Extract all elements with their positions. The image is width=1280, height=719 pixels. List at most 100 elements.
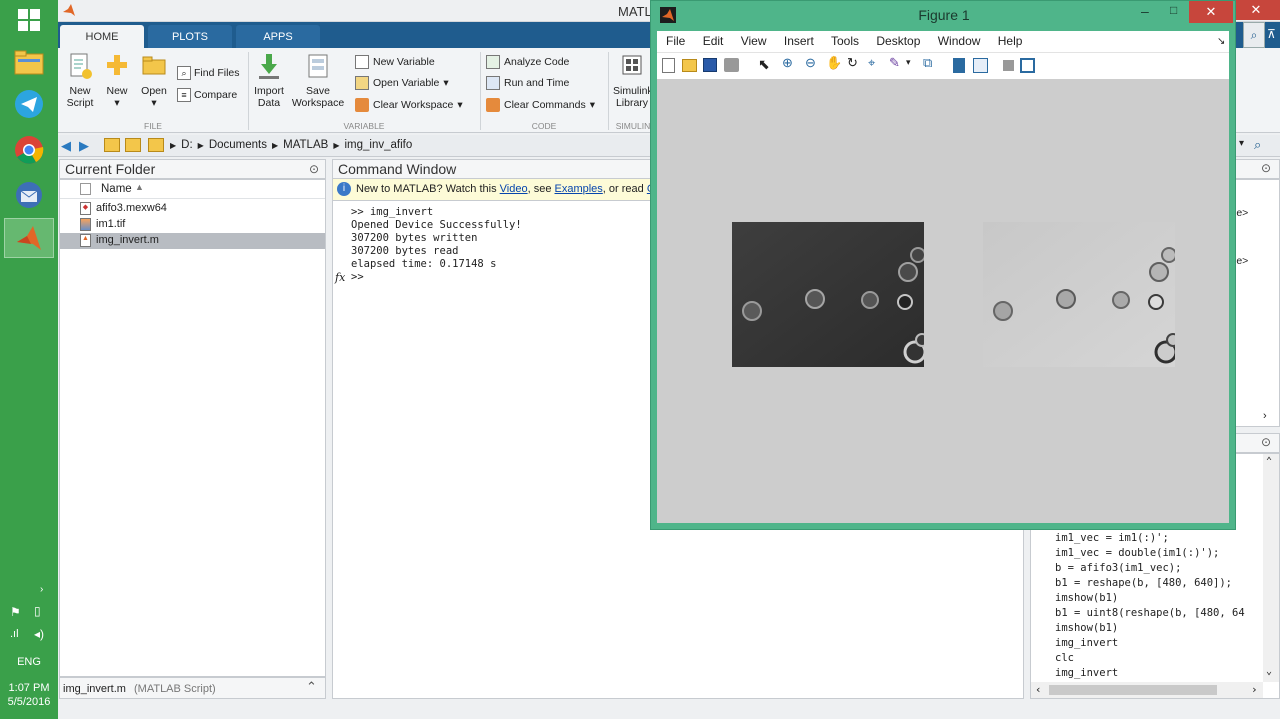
panel-actions-icon[interactable]: ⊙ [1261,161,1271,175]
back-arrow-icon[interactable]: ◀ [61,138,71,154]
chrome-button[interactable] [4,130,54,170]
volume-icon[interactable]: ◂) [34,627,44,641]
open-file-icon[interactable] [682,59,697,72]
brush-icon[interactable]: ✎ [889,55,900,71]
chevron-down-icon[interactable]: ▾ [906,57,911,68]
action-center-icon[interactable]: ⚑ [10,605,21,619]
address-dropdown-icon[interactable]: ▾ [1239,138,1244,149]
matlab-taskbar-button[interactable] [4,218,54,258]
rotate-3d-icon[interactable]: ↻ [847,55,858,71]
history-entry[interactable]: img_invert [1055,666,1263,681]
run-and-time-button[interactable]: Run and Time [486,76,569,90]
scroll-up-icon[interactable]: ⌃ [1266,456,1272,467]
horizontal-scrollbar[interactable]: ‹ › [1031,682,1263,698]
new-variable-button[interactable]: New Variable [355,55,435,69]
show-plot-tools-icon[interactable] [1020,58,1035,73]
file-explorer-button[interactable] [4,42,54,82]
insert-legend-icon[interactable] [973,58,988,73]
dock-figure-icon[interactable]: ↘ [1217,31,1225,52]
history-entry[interactable]: clc [1055,651,1263,666]
clear-commands-button[interactable]: Clear Commands ▾ [486,98,595,112]
tab-plots[interactable]: PLOTS [148,25,232,48]
forward-arrow-icon[interactable]: ▶ [79,138,89,154]
clear-workspace-button[interactable]: Clear Workspace ▾ [355,98,463,112]
compare-button[interactable]: ≡ Compare [177,86,237,104]
menu-window[interactable]: Window [938,34,981,48]
history-entry[interactable]: b1 = reshape(b, [480, 640]); [1055,576,1263,591]
analyze-code-button[interactable]: Analyze Code [486,55,569,69]
history-entry[interactable]: img_invert [1055,636,1263,651]
open-variable-button[interactable]: Open Variable ▾ [355,76,449,90]
import-data-button[interactable]: Import Data [252,52,286,109]
history-entry[interactable]: b1 = uint8(reshape(b, [480, 64 [1055,606,1263,621]
scroll-left-icon[interactable]: ‹ [1035,683,1042,696]
history-entry[interactable]: imshow(b1) [1055,621,1263,636]
language-indicator[interactable]: ENG [0,655,58,669]
browse-folder-icon[interactable] [125,138,141,152]
data-cursor-icon[interactable]: ⌖ [868,55,875,71]
details-bar[interactable]: img_invert.m (MATLAB Script) ⌃ [59,677,326,699]
minimize-button[interactable]: – [1141,3,1149,19]
matlab-close-button[interactable]: ✕ [1232,0,1280,20]
pan-hand-icon[interactable]: ✋ [826,55,842,71]
zoom-out-icon[interactable]: ⊖ [805,55,816,71]
breadcrumb-item[interactable]: MATLAB [283,139,328,151]
column-header-name[interactable]: Name ▲ [60,180,325,199]
function-browser-icon[interactable]: fx [335,271,345,284]
maximize-button[interactable]: □ [1170,3,1177,17]
search-docs-button[interactable]: ⌕ [1243,22,1265,48]
scroll-thumb[interactable] [1049,685,1217,695]
history-entry[interactable]: imshow(b1) [1055,591,1263,606]
show-hidden-icons-icon[interactable]: › [40,584,43,595]
simulink-library-button[interactable]: Simulink Library [613,52,653,109]
file-row[interactable]: im1.tif [60,217,325,233]
new-script-button[interactable]: New Script [62,52,98,109]
battery-icon[interactable]: ▯ [34,604,41,618]
clock-time[interactable]: 1:07 PM [0,681,58,695]
scroll-right-icon[interactable]: › [1251,683,1258,696]
menu-help[interactable]: Help [998,34,1023,48]
new-button[interactable]: New ▾ [100,52,134,109]
menu-file[interactable]: File [666,34,685,48]
breadcrumb-item[interactable]: D: [181,139,193,151]
hide-plot-tools-icon[interactable] [1003,60,1014,71]
examples-link[interactable]: Examples [555,183,603,195]
print-figure-icon[interactable] [724,58,739,72]
save-figure-icon[interactable] [703,58,717,72]
panel-actions-icon[interactable]: ⊙ [309,160,319,179]
menu-insert[interactable]: Insert [784,34,814,48]
new-figure-icon[interactable] [662,58,675,73]
up-folder-icon[interactable] [104,138,120,152]
menu-tools[interactable]: Tools [831,34,859,48]
file-row[interactable]: ◆ afifo3.mexw64 [60,201,325,217]
history-entry[interactable]: b = afifo3(im1_vec); [1055,561,1263,576]
save-workspace-button[interactable]: Save Workspace [290,52,346,109]
search-icon[interactable]: ⌕ [1254,137,1261,153]
insert-colorbar-icon[interactable] [953,58,965,73]
tab-home[interactable]: HOME [60,25,144,48]
pointer-icon[interactable]: ⬉ [758,56,770,73]
breadcrumb-item[interactable]: Documents [209,139,267,151]
start-button[interactable] [4,0,54,40]
file-row-selected[interactable]: ▲ img_invert.m [60,233,325,249]
thunderbird-button[interactable] [4,175,54,215]
history-entry[interactable]: im1_vec = im1(:)'; [1055,531,1263,546]
find-files-button[interactable]: ⌕ Find Files [177,64,240,82]
figure-close-button[interactable]: ✕ [1189,1,1233,23]
expand-details-icon[interactable]: ⌃ [306,679,317,695]
tab-apps[interactable]: APPS [236,25,320,48]
zoom-in-icon[interactable]: ⊕ [782,55,793,71]
video-link[interactable]: Video [500,183,528,195]
menu-view[interactable]: View [741,34,767,48]
vertical-scrollbar[interactable]: ⌃ ⌄ [1263,454,1279,682]
open-button[interactable]: Open ▾ [137,52,171,109]
command-prompt[interactable]: >> [351,271,522,284]
panel-actions-icon[interactable]: ⊙ [1261,435,1271,449]
scroll-right-icon[interactable]: › [1263,410,1267,422]
menu-edit[interactable]: Edit [703,34,724,48]
scroll-down-icon[interactable]: ⌄ [1266,666,1272,677]
network-icon[interactable]: .ıl [10,628,19,640]
clock-date[interactable]: 5/5/2016 [0,695,58,709]
history-entry[interactable]: im1_vec = double(im1(:)'); [1055,546,1263,561]
collapse-toolstrip-icon[interactable]: ⊼ [1267,22,1280,48]
